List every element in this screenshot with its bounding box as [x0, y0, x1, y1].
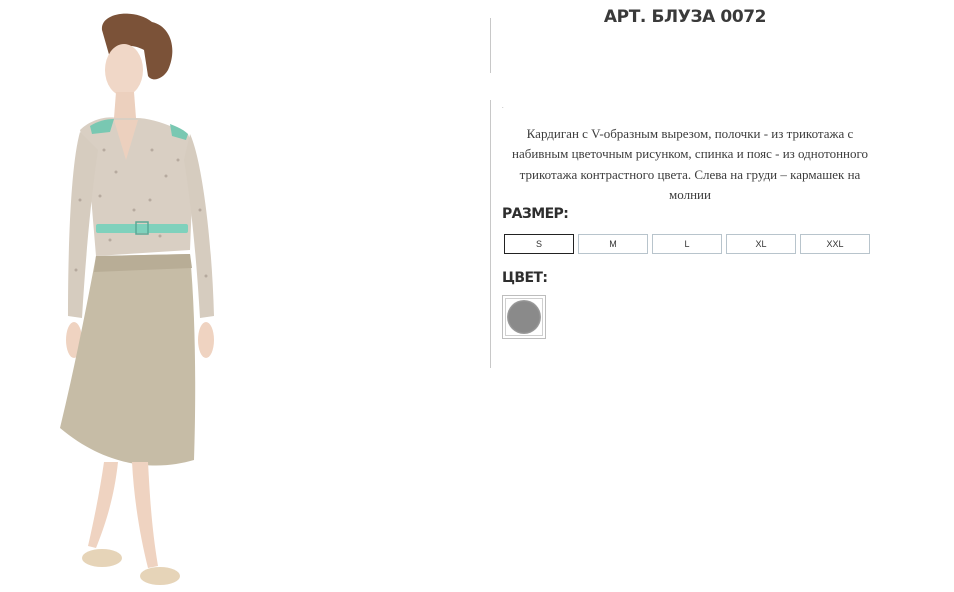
product-photo — [60, 13, 214, 585]
size-option-s[interactable]: S — [504, 234, 574, 254]
color-label: ЦВЕТ: — [502, 270, 548, 286]
divider-bottom — [490, 100, 491, 368]
product-title: АРТ. БЛУЗА 0072 — [603, 7, 767, 27]
marker-dot: . — [502, 104, 504, 110]
size-option-l[interactable]: L — [652, 234, 722, 254]
product-description: Кардиган с V-образным вырезом, полочки -… — [512, 126, 868, 202]
divider-top — [490, 18, 491, 73]
color-swatch-gray[interactable] — [502, 295, 546, 339]
size-label: РАЗМЕР: — [502, 206, 569, 222]
color-dot — [507, 300, 541, 334]
product-page: АРТ. БЛУЗА 0072 . Кардиган с V-образным … — [0, 0, 954, 592]
color-swatch-frame — [505, 298, 543, 336]
size-option-xxl[interactable]: XXL — [800, 234, 870, 254]
size-option-xl[interactable]: XL — [726, 234, 796, 254]
size-selector: S M L XL XXL — [504, 234, 870, 254]
size-option-m[interactable]: M — [578, 234, 648, 254]
